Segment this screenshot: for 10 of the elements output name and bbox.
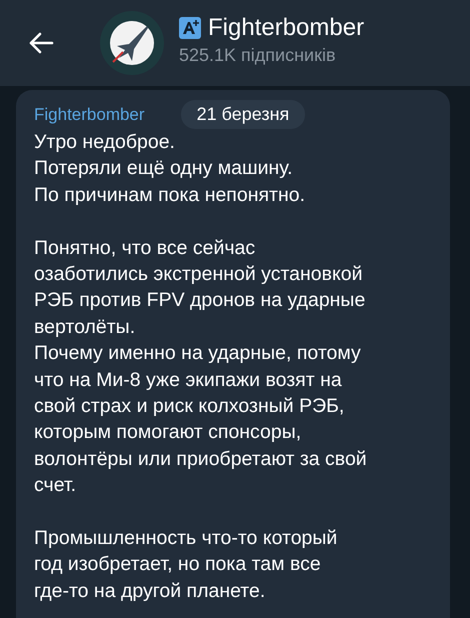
message-paragraph: Утро недоброе. Потеряли ещё одну машину. По причинам пока непонятно. xyxy=(34,130,306,208)
channel-title: Fighterbomber xyxy=(208,14,364,42)
boost-badge-icon xyxy=(179,17,201,39)
subscriber-count: 525.1K підписників xyxy=(179,45,337,66)
message-paragraph: Промышленность что-то который год изобретает, но пока там все где-то на другой планете. xyxy=(34,526,338,604)
avatar-icon[interactable] xyxy=(99,10,165,76)
message-paragraph: Понятно, что все сейчас озаботились экстренной установкой РЭБ против FPV дронов на ударные вертолёты. Почему именно на ударные, потому что на Ми-8 уже экипажи возят на свой страх и риск колхозный РЭБ, которым помогают спонсоры, волонтёры или приобретают за свой счет. xyxy=(34,236,368,498)
author-name[interactable]: Fighterbomber xyxy=(34,104,145,124)
date-pill: 21 березня xyxy=(180,100,306,129)
back-arrow-icon[interactable] xyxy=(28,32,54,54)
